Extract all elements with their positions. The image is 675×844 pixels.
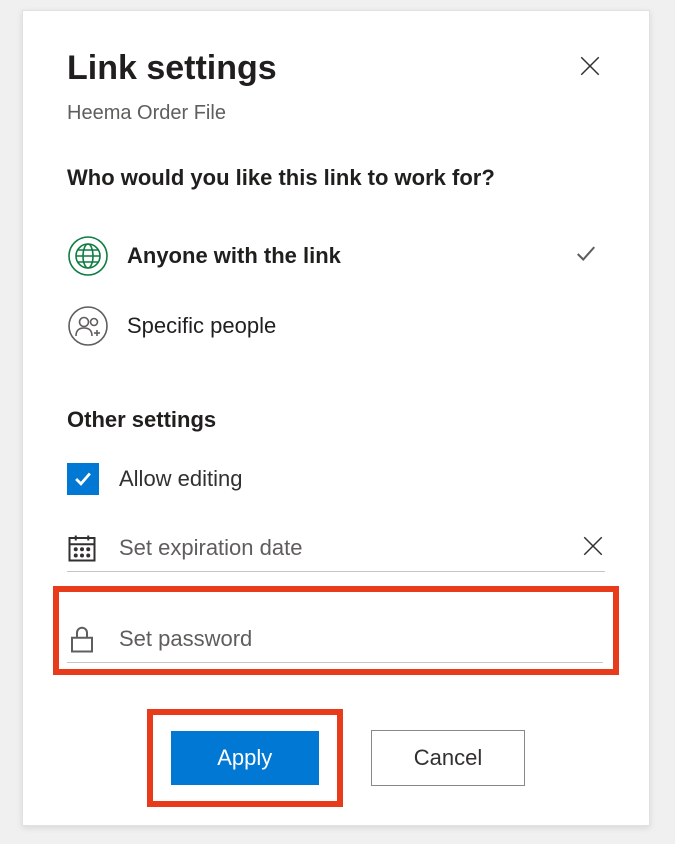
allow-editing-label: Allow editing <box>119 466 243 492</box>
password-highlight <box>53 586 619 675</box>
close-icon <box>583 536 603 556</box>
calendar-icon <box>67 533 97 563</box>
dialog-title: Link settings <box>67 49 605 88</box>
expiration-row <box>67 511 605 572</box>
allow-editing-checkbox[interactable] <box>67 463 99 495</box>
option-anyone-label: Anyone with the link <box>127 243 341 269</box>
clear-expiration-button[interactable] <box>583 536 603 561</box>
check-icon <box>575 243 597 270</box>
allow-editing-row: Allow editing <box>67 455 605 511</box>
checkmark-icon <box>72 468 94 490</box>
option-specific-label: Specific people <box>127 313 276 339</box>
apply-button[interactable]: Apply <box>171 731 319 785</box>
cancel-button[interactable]: Cancel <box>371 730 525 786</box>
option-specific[interactable]: Specific people <box>67 291 605 361</box>
link-settings-dialog: Link settings Heema Order File Who would… <box>22 10 650 826</box>
password-input[interactable] <box>119 626 603 652</box>
close-icon <box>580 56 600 76</box>
globe-icon <box>67 235 109 277</box>
password-row <box>67 610 603 663</box>
close-button[interactable] <box>573 49 607 83</box>
button-row: Apply Cancel <box>67 709 605 807</box>
option-anyone[interactable]: Anyone with the link <box>67 221 605 291</box>
apply-highlight: Apply <box>147 709 343 807</box>
lock-icon <box>67 624 97 654</box>
expiration-input[interactable] <box>119 535 605 561</box>
people-icon <box>67 305 109 347</box>
dialog-subtitle: Heema Order File <box>67 102 605 125</box>
other-settings-header: Other settings <box>67 407 605 433</box>
scope-prompt: Who would you like this link to work for… <box>67 165 605 191</box>
